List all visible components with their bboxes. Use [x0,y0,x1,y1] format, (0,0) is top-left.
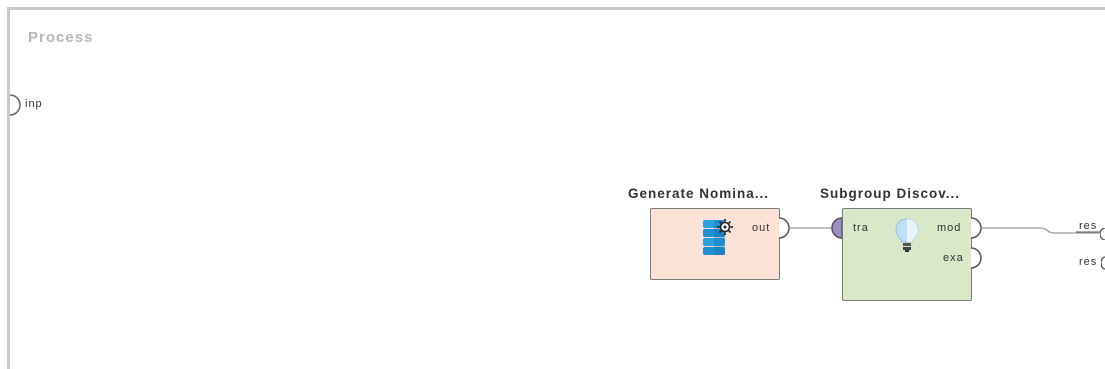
subgroup-exa-port[interactable] [971,247,983,269]
subgroup-operator-title[interactable]: Subgroup Discov... [820,186,960,201]
subgroup-discovery-operator[interactable]: tra mod exa [842,208,972,301]
process-result-port-1[interactable] [1100,228,1105,240]
process-canvas[interactable]: Process inp Generate Nomina... out Subgr… [0,0,1105,369]
subgroup-exa-port-label: exa [943,252,964,264]
process-input-port[interactable] [10,94,22,116]
generate-operator-title[interactable]: Generate Nomina... [628,186,769,201]
lightbulb-icon [895,218,919,252]
process-result-port-2[interactable] [1101,256,1105,270]
subgroup-mod-port-label: mod [937,222,962,234]
subgroup-tra-port-label: tra [853,222,869,234]
connection-wires [790,227,1105,234]
process-result-port-label-2: res [1079,256,1098,268]
subgroup-tra-input-port[interactable] [830,217,842,239]
generate-out-port-label: out [752,222,771,234]
subgroup-mod-port[interactable] [971,217,983,239]
process-input-port-label: inp [25,98,43,110]
generate-nominal-operator[interactable]: out [650,208,780,280]
database-gear-icon [703,219,733,255]
process-result-port-label-1: res [1079,220,1098,232]
generate-out-port[interactable] [779,217,791,239]
